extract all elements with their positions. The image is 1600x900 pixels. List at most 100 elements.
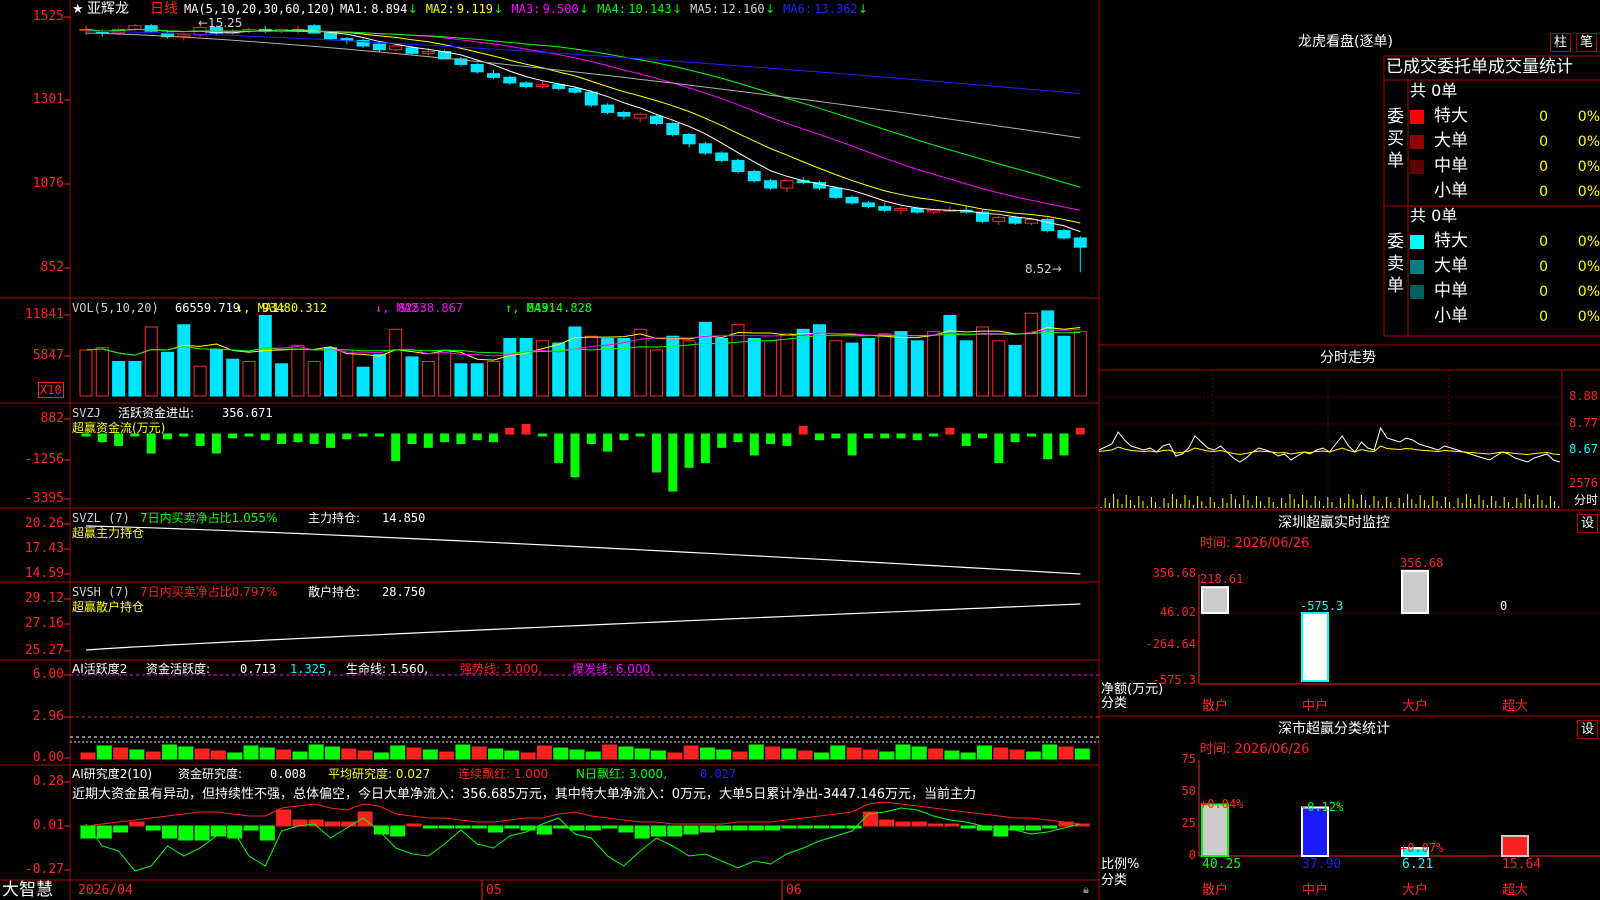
- svzj-bar: [717, 433, 727, 448]
- volume-bar: [747, 338, 761, 397]
- ai-active-bar: [308, 744, 324, 760]
- classify-bar-1: [1301, 806, 1329, 857]
- kline-ytick: 1301: [32, 92, 64, 107]
- candle: [1057, 230, 1071, 239]
- svzj-bar: [798, 425, 808, 435]
- ma-3-value: 9.500: [542, 2, 579, 16]
- monitor-cat-3: 超大: [1502, 699, 1529, 714]
- svzj-bar: [456, 433, 466, 444]
- volume-bar: [226, 358, 240, 397]
- svsh-ytick: 29.12: [24, 591, 64, 606]
- classify-ytick: 75: [1181, 752, 1196, 766]
- ma-2-value: 9.119: [456, 2, 494, 16]
- ai-active-strong: 强势线: 3.000,: [460, 662, 543, 676]
- svzj-bar: [1059, 433, 1069, 456]
- svzl-line: [85, 525, 1081, 575]
- ai-active-bar: [748, 744, 764, 760]
- ai-active-ytick: 6.00: [32, 667, 64, 682]
- ai-active-bar: [814, 752, 829, 760]
- volume-bar: [470, 363, 484, 397]
- candle: [1008, 217, 1022, 224]
- svzj-bar: [896, 433, 906, 439]
- favorite-star-icon[interactable]: ★: [72, 3, 84, 16]
- volume-bar: [487, 361, 500, 397]
- volume-bar: [324, 347, 337, 397]
- ai-research-ytick: -0.27: [24, 862, 64, 877]
- volume-bar: [405, 356, 419, 397]
- ai-active-bar: [960, 752, 976, 760]
- ai-research-bar: [325, 821, 340, 827]
- ai-research-bar: [911, 821, 927, 827]
- volume-bar: [1073, 331, 1087, 397]
- ai-research-bar: [113, 825, 129, 833]
- ai-active-bar: [276, 749, 292, 760]
- svzj-bar: [570, 433, 580, 478]
- ai-research-bar: [1042, 825, 1058, 829]
- ai-research-bar: [390, 825, 406, 837]
- classify-cat-1: 中户: [1302, 883, 1329, 898]
- monitor-settings-button[interactable]: 设: [1577, 514, 1599, 533]
- ma-1-arrow: ↓: [407, 2, 418, 16]
- ai-research-bar: [846, 825, 862, 829]
- candle: [992, 217, 1006, 222]
- ai-research-ytick: 0.28: [32, 774, 64, 789]
- volume-bar: [193, 365, 207, 397]
- ai-research-bar: [928, 823, 944, 827]
- ma-5-label: MA5:: [690, 2, 719, 16]
- ai-active-bar: [80, 752, 96, 760]
- sell-row-label: 中单: [1434, 281, 1468, 301]
- buy-swatch-1: [1410, 135, 1424, 149]
- classify-bar-0: [1201, 803, 1229, 857]
- svzj-bar: [260, 433, 270, 441]
- svzj-ytick: -3395: [24, 491, 64, 506]
- ma-6-value: 13.362: [814, 2, 858, 16]
- svzl-ytick: 20.26: [24, 516, 64, 531]
- candle: [731, 159, 745, 172]
- svsh-ytick: 25.27: [24, 643, 64, 658]
- ai-active-bar: [928, 748, 944, 760]
- lock-icon[interactable]: 🔒︎: [1083, 884, 1089, 895]
- volume-bar: [144, 326, 158, 397]
- candle: [894, 207, 908, 211]
- ai-research-bar: [96, 825, 112, 839]
- ai-research-bar: [765, 825, 781, 831]
- svzj-bar: [1043, 433, 1053, 460]
- pen-view-button[interactable]: 笔: [1576, 33, 1598, 52]
- candle: [1073, 237, 1087, 248]
- ai-research-bar: [618, 825, 634, 833]
- monitor-bar-2: [1401, 569, 1429, 614]
- candle: [927, 209, 941, 213]
- kline-ytick: 1525: [32, 9, 64, 24]
- ma10-line: [85, 28, 1081, 224]
- candle: [878, 206, 892, 211]
- ai-active-ytick: 2.96: [32, 709, 64, 724]
- x-label-1: 05: [486, 883, 502, 898]
- kline-ytick: 1076: [32, 176, 64, 191]
- classify-bar-3: [1501, 834, 1529, 857]
- svzj-ytick: 882: [40, 411, 64, 426]
- bar-view-button[interactable]: 柱: [1550, 33, 1572, 52]
- candle: [650, 115, 663, 125]
- intraday-ytick: 8.88: [1569, 389, 1598, 403]
- volume-bar: [992, 340, 1006, 397]
- monitor-title: 深圳超赢实时监控: [1278, 515, 1390, 531]
- svzj-bar: [228, 433, 238, 439]
- candle: [764, 180, 778, 189]
- monitor-time: 时间: 2026/06/26: [1200, 536, 1310, 551]
- ai-active-bar: [634, 748, 650, 760]
- volume-bar: [79, 349, 93, 397]
- volume-bar: [861, 338, 875, 397]
- classify-settings-button[interactable]: 设: [1577, 720, 1599, 739]
- ai-active-bar: [944, 750, 960, 760]
- buy-side-label-1: 买: [1387, 129, 1404, 149]
- buy-side-label-2: 单: [1387, 151, 1404, 171]
- candle: [845, 196, 859, 204]
- svzj-sub: 超赢资金流(万元): [72, 421, 166, 435]
- ai-research-bar: [488, 825, 503, 833]
- monitor-cat-0: 散户: [1202, 699, 1229, 714]
- ma20-line: [85, 28, 1081, 211]
- ai-active-burst: 爆发线: 6.000,: [572, 662, 655, 676]
- x-label-2: 06: [786, 883, 802, 898]
- ai-research-bar: [830, 825, 846, 829]
- svzj-bar: [211, 433, 221, 454]
